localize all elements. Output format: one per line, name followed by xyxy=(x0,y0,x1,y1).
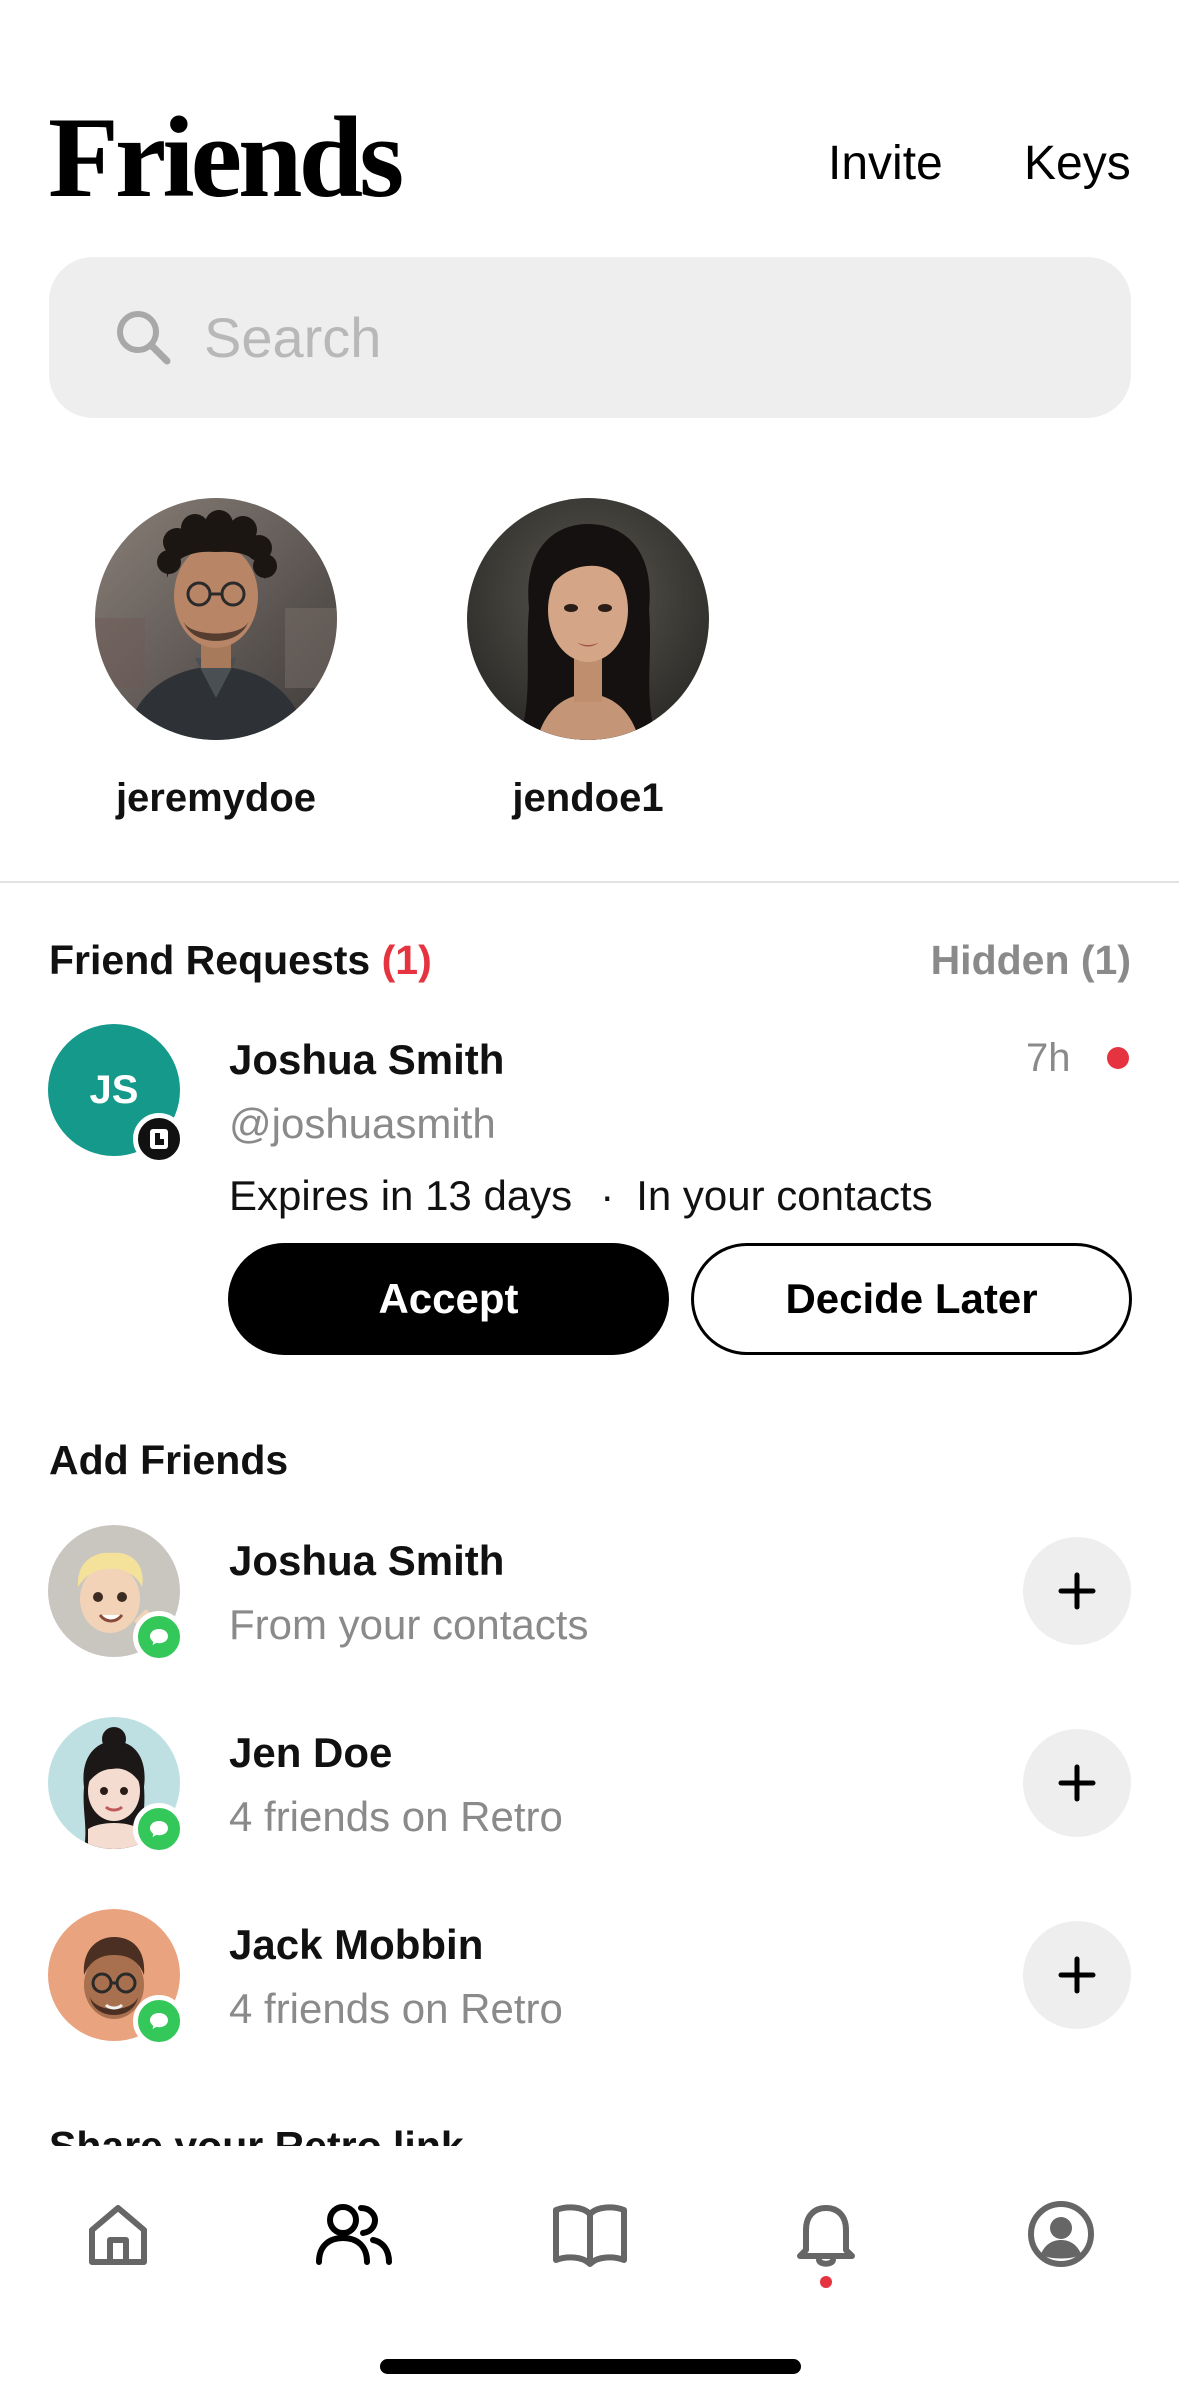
friends-icon xyxy=(316,2204,392,2265)
plus-icon xyxy=(1058,1764,1096,1802)
share-link-label: Share your Retro link xyxy=(49,2123,464,2146)
list-item[interactable]: Jen Doe 4 friends on Retro xyxy=(0,1717,1179,1857)
add-friends-title: Add Friends xyxy=(49,1437,289,1483)
home-icon xyxy=(89,2205,147,2265)
search-input[interactable] xyxy=(204,257,1084,418)
request-context: In your contacts xyxy=(636,1172,933,1219)
avatar[interactable] xyxy=(467,498,709,740)
message-badge-icon xyxy=(133,1611,185,1663)
list-item[interactable]: Jack Mobbin 4 friends on Retro xyxy=(0,1909,1179,2049)
story-username: jendoe1 xyxy=(512,776,664,820)
contact-name: Joshua Smith xyxy=(229,1537,505,1584)
friend-requests-title: Friend Requests (1) xyxy=(49,937,432,984)
story-item[interactable]: jendoe1 xyxy=(458,490,718,821)
meta-separator: · xyxy=(600,1172,615,1219)
accept-button[interactable]: Accept xyxy=(228,1243,669,1355)
tab-library[interactable] xyxy=(542,2186,638,2282)
notification-dot xyxy=(820,2276,832,2288)
book-icon xyxy=(553,2204,627,2267)
message-badge-icon xyxy=(133,1995,185,2047)
profile-icon xyxy=(1028,2201,1094,2267)
home-indicator xyxy=(380,2359,801,2374)
add-friend-button[interactable] xyxy=(1023,1921,1131,2029)
unread-dot xyxy=(1107,1047,1129,1069)
request-meta: Expires in 13 days · In your contacts xyxy=(229,1172,933,1220)
invite-link[interactable]: Invite xyxy=(828,140,943,188)
contact-subtitle: From your contacts xyxy=(229,1601,589,1648)
request-expires: Expires in 13 days xyxy=(229,1172,573,1219)
plus-icon xyxy=(1058,1572,1096,1610)
decide-later-button[interactable]: Decide Later xyxy=(691,1243,1132,1355)
bell-icon xyxy=(797,2205,855,2267)
request-time: 7h xyxy=(1026,1036,1071,1080)
friend-requests-label: Friend Requests xyxy=(49,937,371,983)
contact-name: Jack Mobbin xyxy=(229,1921,484,1968)
add-friend-button[interactable] xyxy=(1023,1537,1131,1645)
contact-subtitle: 4 friends on Retro xyxy=(229,1793,563,1840)
request-name: Joshua Smith xyxy=(229,1036,505,1083)
header: Friends Invite Keys xyxy=(0,0,1179,240)
contact-name: Jen Doe xyxy=(229,1729,393,1776)
page-title: Friends xyxy=(48,94,404,222)
divider xyxy=(0,881,1179,883)
tab-home[interactable] xyxy=(70,2186,166,2282)
add-friend-button[interactable] xyxy=(1023,1729,1131,1837)
avatar[interactable] xyxy=(95,498,337,740)
plus-icon xyxy=(1058,1956,1096,1994)
search-bar[interactable] xyxy=(49,257,1131,418)
friends-stories: jeremydoe jendoe1 xyxy=(0,490,1179,840)
story-username: jeremydoe xyxy=(115,776,317,820)
request-handle: @joshuasmith xyxy=(229,1100,496,1147)
keys-link[interactable]: Keys xyxy=(1024,140,1131,188)
message-badge-icon xyxy=(133,1803,185,1855)
tab-friends[interactable] xyxy=(305,2186,401,2282)
tab-bar xyxy=(0,2146,1179,2396)
tab-profile[interactable] xyxy=(1013,2186,1109,2282)
friend-requests-count: (1) xyxy=(381,937,432,983)
share-link-title: Share your Retro link xyxy=(49,2118,749,2146)
tab-notifications[interactable] xyxy=(778,2186,874,2282)
contact-subtitle: 4 friends on Retro xyxy=(229,1985,563,2032)
hidden-requests-link[interactable]: Hidden (1) xyxy=(931,937,1131,984)
story-item[interactable]: jeremydoe xyxy=(86,490,346,821)
list-item[interactable]: Joshua Smith From your contacts xyxy=(0,1525,1179,1665)
search-icon xyxy=(117,311,171,365)
retro-badge-icon xyxy=(133,1113,185,1165)
